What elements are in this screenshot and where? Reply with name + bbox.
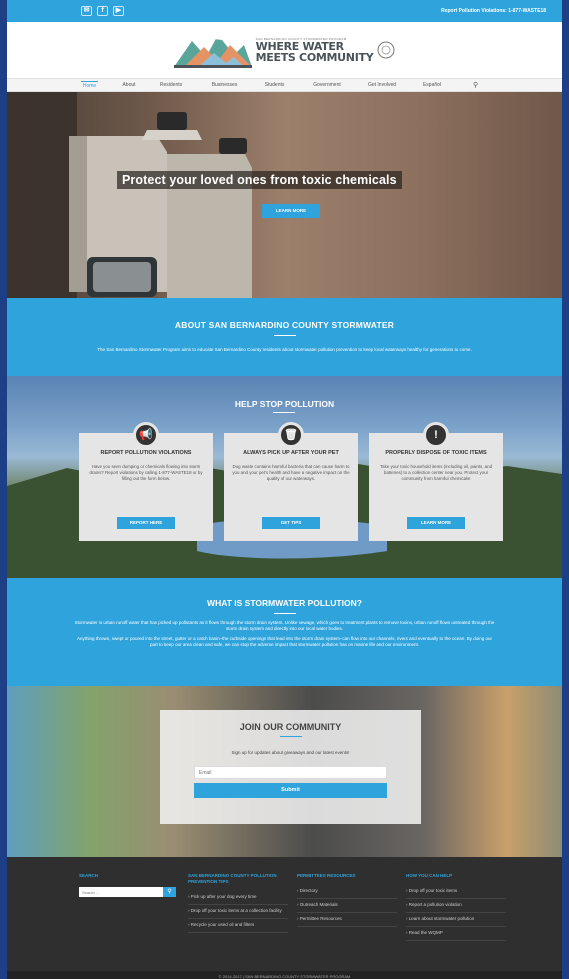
footer-link[interactable]: › Read the WQMP — [406, 927, 506, 941]
pet-card-title: ALWAYS PICK UP AFTER YOUR PET — [243, 450, 339, 456]
about-title: ABOUT SAN BERNARDINO COUNTY STORMWATER — [174, 320, 395, 330]
toxic-card: ! PROPERLY DISPOSE OF TOXIC ITEMS Take y… — [369, 422, 503, 541]
footer-link[interactable]: › Drop off your toxic items at a collect… — [188, 905, 288, 919]
hero-title: Protect your loved ones from toxic chemi… — [117, 171, 402, 189]
search-icon[interactable]: ⚲ — [163, 887, 176, 897]
report-here-button[interactable]: REPORT HERE — [117, 517, 175, 529]
stormwater-divider — [273, 613, 296, 614]
stormwater-text-2: Anything thrown, swept or poured into th… — [77, 636, 492, 647]
nav-item-students[interactable]: Students — [261, 82, 288, 88]
nav-item-businesses[interactable]: Businesses — [208, 82, 241, 88]
report-card-text: Have you seen dumping or chemicals flowi… — [89, 464, 203, 481]
toxic-card-text: Take your toxic household items (includi… — [379, 464, 493, 481]
footer-search-title: SEARCH — [79, 873, 99, 878]
site-footer: SEARCH ⚲ SAN BERNARDINO COUNTY POLLUTION… — [7, 857, 562, 971]
footer-link[interactable]: › Pick up after your dog every time — [188, 891, 288, 905]
logo-line-1: WHERE WATER — [255, 39, 344, 53]
youtube-icon[interactable]: ▶ — [113, 6, 124, 16]
hero-slider: Protect your loved ones from toxic chemi… — [7, 92, 562, 298]
join-title: JOIN OUR COMMUNITY — [239, 722, 342, 732]
nav-item-government[interactable]: Government — [309, 82, 345, 88]
footer-search-form: ⚲ — [79, 887, 179, 897]
footer-link[interactable]: › Permittee Resources — [297, 913, 397, 927]
nav-item-get-involved[interactable]: Get Involved — [364, 82, 400, 88]
megaphone-icon: 📢 — [133, 422, 159, 448]
about-text: The San Bernardino Stormwater Program ai… — [97, 347, 472, 352]
footer-permittees: PERMITTEES RESOURCES › Directory › Outre… — [297, 873, 397, 927]
site-header: SAN BERNARDINO COUNTY STORMWATER PROGRAM… — [7, 22, 562, 78]
signup-form: JOIN OUR COMMUNITY Sign up for updates a… — [160, 710, 421, 824]
site-logo[interactable]: SAN BERNARDINO COUNTY STORMWATER PROGRAM… — [173, 31, 396, 69]
join-section: JOIN OUR COMMUNITY Sign up for updates a… — [7, 686, 562, 857]
footer-search-input[interactable] — [79, 887, 163, 897]
footer-help: HOW YOU CAN HELP › Drop off your toxic i… — [406, 873, 506, 941]
warning-icon: ! — [423, 422, 449, 448]
mountains-logo-icon — [173, 35, 252, 68]
report-violations-link[interactable]: Report Pollution Violations: 1-877-WASTE… — [441, 8, 546, 14]
footer-link[interactable]: › Recycle your used oil and filters — [188, 919, 288, 933]
footer-link[interactable]: › Outreach Materials — [297, 899, 397, 913]
report-card-title: REPORT POLLUTION VIOLATIONS — [100, 450, 192, 456]
nav-item-residents[interactable]: Residents — [157, 82, 185, 88]
join-divider — [279, 736, 302, 737]
footer-link[interactable]: › Learn about stormwater pollution — [406, 913, 506, 927]
stormwater-section: WHAT IS STORMWATER POLLUTION? Stormwater… — [7, 578, 562, 686]
footer-help-title: HOW YOU CAN HELP — [406, 873, 453, 878]
toxic-learn-more-button[interactable]: LEARN MORE — [407, 517, 465, 529]
stormwater-title: WHAT IS STORMWATER POLLUTION? — [207, 598, 362, 608]
nav-item-about[interactable]: About — [119, 82, 139, 88]
footer-link[interactable]: › Directory — [297, 885, 397, 899]
email-field[interactable] — [194, 766, 387, 779]
about-divider — [273, 335, 296, 336]
pet-card: 🗑 ALWAYS PICK UP AFTER YOUR PET Dog wast… — [224, 422, 358, 541]
stormwater-text-1: Stormwater is urban runoff water that ha… — [74, 620, 495, 631]
submit-button[interactable]: Submit — [194, 783, 387, 798]
footer-permittees-title: PERMITTEES RESOURCES — [297, 873, 356, 878]
facebook-icon[interactable]: f — [97, 6, 108, 16]
footer-search: SEARCH ⚲ — [79, 873, 179, 897]
get-tips-button[interactable]: GET TIPS — [262, 517, 320, 529]
pet-card-text: Dog waste contains harmful bacteria that… — [232, 464, 350, 481]
nav-item-home[interactable]: Home — [81, 81, 98, 89]
join-subtitle: Sign up for updates about giveaways and … — [231, 750, 350, 755]
toxic-card-title: PROPERLY DISPOSE OF TOXIC ITEMS — [385, 450, 487, 456]
footer-link[interactable]: › Report a pollution violation — [406, 899, 506, 913]
nav-item-espanol[interactable]: Español — [421, 82, 443, 88]
help-title: HELP STOP POLLUTION — [234, 399, 335, 409]
social-links: ✉ f ▶ — [81, 6, 124, 16]
footer-tips: SAN BERNARDINO COUNTY POLLUTION PREVENTI… — [188, 873, 288, 933]
about-section: ABOUT SAN BERNARDINO COUNTY STORMWATER T… — [7, 298, 562, 376]
copyright: © 2014-2017 | SAN BERNARDINO COUNTY STOR… — [7, 971, 562, 979]
county-seal-icon — [377, 41, 395, 59]
hero-learn-more-button[interactable]: LEARN MORE — [262, 204, 320, 218]
help-divider — [273, 412, 295, 413]
email-icon[interactable]: ✉ — [81, 6, 92, 16]
help-section: HELP STOP POLLUTION 📢 REPORT POLLUTION V… — [7, 376, 562, 578]
main-nav: Home About Residents Businesses Students… — [7, 78, 562, 92]
search-icon[interactable]: ⚲ — [473, 81, 478, 89]
footer-link[interactable]: › Drop off your toxic items — [406, 885, 506, 899]
trash-icon: 🗑 — [278, 422, 304, 448]
logo-line-2: MEETS COMMUNITY — [255, 50, 374, 64]
report-card: 📢 REPORT POLLUTION VIOLATIONS Have you s… — [79, 422, 213, 541]
oil-jugs-image — [7, 92, 252, 298]
footer-tips-title: SAN BERNARDINO COUNTY POLLUTION PREVENTI… — [188, 873, 277, 884]
top-bar: ✉ f ▶ Report Pollution Violations: 1-877… — [7, 0, 562, 22]
page-frame: ✉ f ▶ Report Pollution Violations: 1-877… — [7, 0, 562, 979]
